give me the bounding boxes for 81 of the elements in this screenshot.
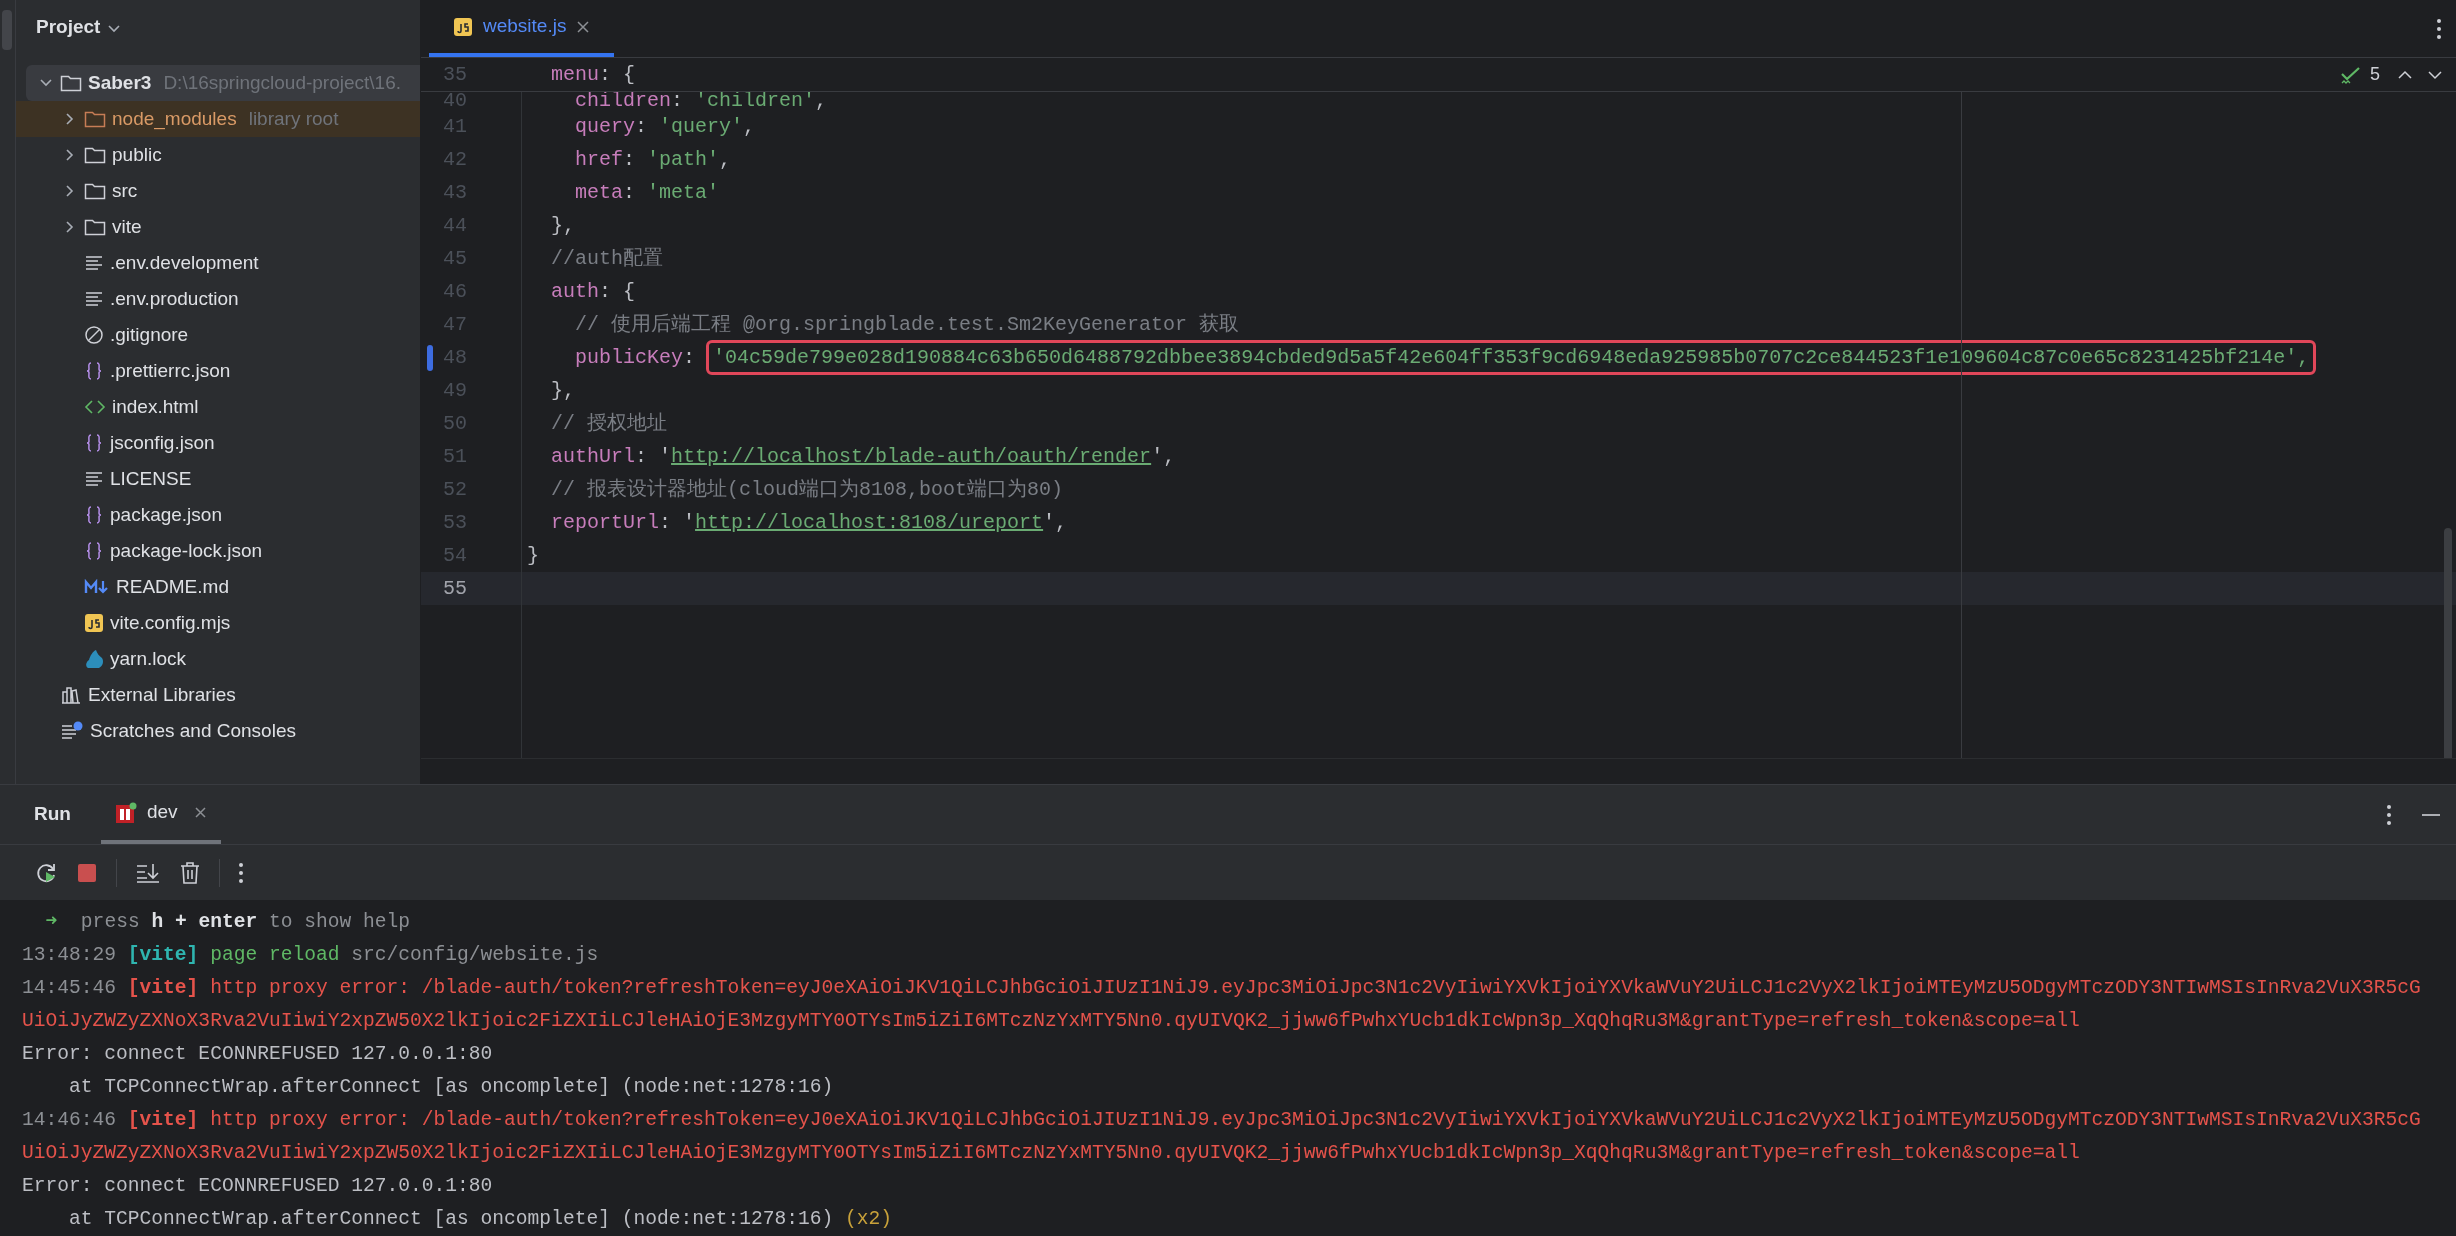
tree-item[interactable]: index.html <box>16 389 420 425</box>
text-file-icon <box>84 254 104 272</box>
scroll-to-end-icon <box>135 861 161 884</box>
tree-item[interactable]: src <box>16 173 420 209</box>
console-line: Error: connect ECONNREFUSED 127.0.0.1:80 <box>22 1042 494 1067</box>
braces-icon <box>84 433 104 453</box>
code-line: } <box>527 542 539 569</box>
stop-icon <box>76 861 98 884</box>
tree-item[interactable]: README.md <box>16 569 420 605</box>
code-line: auth: { <box>550 278 636 305</box>
tree-item[interactable]: jsconfig.json <box>16 425 420 461</box>
code-line: //auth配置 <box>550 245 663 272</box>
code-line: // 使用后端工程 @org.springblade.test.Sm2KeyGenerator 获取 <box>574 311 1240 338</box>
tree-item[interactable]: Saber3 D:\16springcloud-project\16. <box>26 65 420 101</box>
npm-run-icon <box>114 801 137 824</box>
console-line: at TCPConnectWrap.afterConnect [as oncomplete] (node:net:1278:16) <box>68 1075 835 1100</box>
check-icon <box>2340 64 2362 85</box>
panel-title[interactable]: Run <box>34 800 71 829</box>
scrollbar[interactable] <box>2444 528 2452 758</box>
minimize-icon <box>2422 812 2440 817</box>
code-line: meta: 'meta' <box>574 179 720 206</box>
books-icon <box>60 685 82 705</box>
text-file-icon <box>84 470 104 488</box>
js-file-icon <box>453 16 473 37</box>
yarn-icon <box>84 648 104 670</box>
code-brackets-icon <box>84 398 106 416</box>
folder-icon <box>84 181 106 201</box>
braces-icon <box>84 541 104 561</box>
console-line: at TCPConnectWrap.afterConnect [as oncomplete] (node:net:1278:16) (x2) <box>68 1207 894 1232</box>
braces-icon <box>84 505 104 525</box>
chevron-down-icon <box>2428 69 2442 80</box>
tree-item[interactable]: .gitignore <box>16 317 420 353</box>
tree-item[interactable]: .env.production <box>16 281 420 317</box>
js-file-icon <box>84 613 104 633</box>
panel-title[interactable]: Project <box>36 13 101 42</box>
chevron-up-icon <box>2398 69 2412 80</box>
tree-item[interactable]: node_modules library root <box>16 101 420 137</box>
code-line: }, <box>550 212 575 239</box>
text-file-icon <box>84 290 104 308</box>
tree-item[interactable]: yarn.lock <box>16 641 420 677</box>
close-icon <box>576 19 591 34</box>
tree-item[interactable]: LICENSE <box>16 461 420 497</box>
more-options-icon <box>238 861 244 884</box>
console-line: 13:48:29 [vite] page reload src/config/website.js <box>22 943 600 968</box>
code-line: menu: { <box>550 61 636 88</box>
line-number: 55 <box>443 575 467 602</box>
markdown-icon <box>84 579 110 595</box>
code-line: query: 'query', <box>574 113 756 140</box>
console-line: ➜ press h + enter to show help <box>44 910 412 935</box>
folder-icon <box>60 73 82 93</box>
tree-item[interactable]: vite <box>16 209 420 245</box>
code-line: publicKey: '04c59de799e028d190884c63b650d6488792dbbee3894cbded9d5a5f42e604ff353f9cd6948eda925985b0707c2ce844523f1e109604c87c0e65c8231425bf214e', <box>527 342 2314 373</box>
code-line-partial: children: 'children', <box>574 92 828 110</box>
braces-icon <box>84 361 104 381</box>
more-options-icon <box>2436 17 2442 40</box>
tree-item[interactable]: public <box>16 137 420 173</box>
blocked-icon <box>84 325 104 345</box>
code-line: // 授权地址 <box>550 410 667 437</box>
code-line: }, <box>550 377 575 404</box>
tree-item[interactable]: .prettierrc.json <box>16 353 420 389</box>
close-icon <box>193 806 207 819</box>
code-line: href: 'path', <box>574 146 732 173</box>
folder-icon <box>84 145 106 165</box>
console-line: 14:45:46 [vite] http proxy error: /blade-auth/token?refreshToken=eyJ0eXAiOiJKV1QiLCJhbGciOiJIUzI1NiJ9.eyJpc3MiOiJpc3N1c2VyIiwiYXVkIjoiYXVkaWVuY2UiLCJ1c2VyX2lkIjoiMTEyMzU5ODgyMTczODY3NTIwMSIsInRva2VuX3R5cGUiOiJyZWZyZXNoX3Rva2VuIiwiY2xpZW50X2lkIjoic2FiZXIiLCJleHAiOjE3MzgyMTY0OTYsIm5iZiI6MTczNzYxMTY5Nn0.qyUIVQK2_jjww6fPwhxYUcb1dkIcWpn3p_XqQhqRu3M&grantType=refresh_token&scope=all <box>22 976 2422 1034</box>
scratch-file-icon <box>60 721 84 741</box>
more-options-icon <box>2386 803 2392 826</box>
code-line: authUrl: 'http://localhost/blade-auth/oauth/render', <box>550 443 1176 470</box>
console-line: 14:46:46 [vite] http proxy error: /blade-auth/token?refreshToken=eyJ0eXAiOiJKV1QiLCJhbGciOiJIUzI1NiJ9.eyJpc3MiOiJpc3N1c2VyIiwiYXVkIjoiYXVkaWVuY2UiLCJ1c2VyX2lkIjoiMTEyMzU5ODgyMTczODY3NTIwMSIsInRva2VuX3R5cGUiOiJyZWZyZXNoX3Rva2VuIiwiY2xpZW50X2lkIjoic2FiZXIiLCJleHAiOjE3MzgyMTY0OTYsIm5iZiI6MTczNzYxMTY5Nn0.qyUIVQK2_jjww6fPwhxYUcb1dkIcWpn3p_XqQhqRu3M&grantType=refresh_token&scope=all <box>22 1108 2422 1166</box>
code-line: reportUrl: 'http://localhost:8108/ureport', <box>550 509 1068 536</box>
tree-item[interactable]: vite.config.mjs <box>16 605 420 641</box>
tree-item[interactable]: package.json <box>16 497 420 533</box>
tree-item[interactable]: External Libraries <box>16 677 420 713</box>
code-line: // 报表设计器地址(cloud端口为8108,boot端口为80) <box>550 476 1064 503</box>
folder-icon <box>84 109 106 129</box>
tree-item[interactable]: Scratches and Consoles <box>16 713 420 749</box>
inspection-count[interactable]: 5 <box>2370 61 2380 88</box>
tree-item[interactable]: package-lock.json <box>16 533 420 569</box>
trash-icon <box>179 860 201 885</box>
tree-item[interactable]: .env.development <box>16 245 420 281</box>
folder-icon <box>84 217 106 237</box>
console-line: Error: connect ECONNREFUSED 127.0.0.1:80 <box>22 1174 494 1199</box>
